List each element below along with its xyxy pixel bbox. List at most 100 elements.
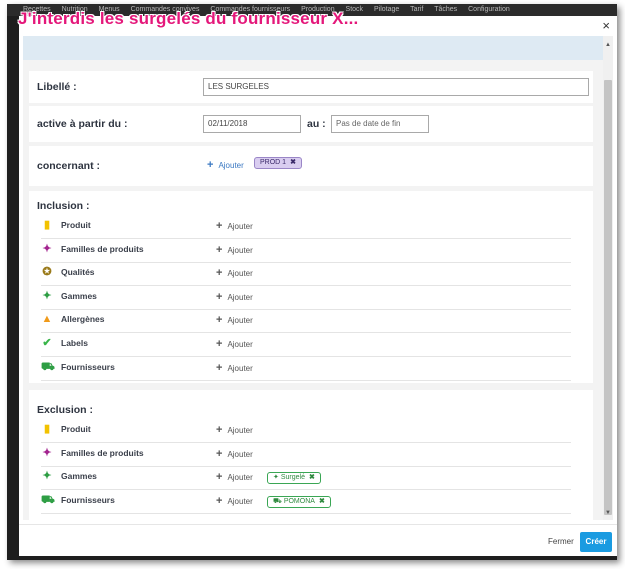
add-label: Ajouter bbox=[227, 245, 253, 255]
add-label: Ajouter bbox=[227, 269, 253, 279]
list-item: ⛟ Fournisseurs + Ajouter bbox=[41, 358, 571, 381]
scrollbar[interactable]: ▲ ▼ bbox=[603, 36, 613, 520]
add-label: Ajouter bbox=[218, 161, 244, 170]
add-label: Ajouter bbox=[227, 340, 253, 349]
add-label: Ajouter bbox=[227, 292, 253, 302]
ranges-icon: ✦ bbox=[42, 470, 52, 483]
nav-item[interactable]: Pilotage bbox=[374, 6, 399, 13]
families-icon: ✦ bbox=[42, 446, 52, 459]
ranges-icon: ✦ bbox=[42, 289, 52, 302]
scroll-down-icon[interactable]: ▼ bbox=[605, 510, 611, 516]
concernant-section: concernant : + Ajouter PROD 1 ✖ bbox=[29, 146, 593, 186]
row-label: Familles de produits bbox=[61, 243, 144, 254]
plus-icon: + bbox=[207, 159, 214, 171]
add-button[interactable]: + Ajouter bbox=[216, 267, 253, 279]
add-label: Ajouter bbox=[227, 496, 253, 506]
add-button[interactable]: + Ajouter bbox=[216, 495, 253, 507]
nav-item[interactable]: Tarif bbox=[410, 6, 423, 13]
add-label: Ajouter bbox=[227, 449, 253, 459]
row-label: Produit bbox=[61, 220, 91, 230]
active-from-label: active à partir du : bbox=[37, 118, 128, 130]
families-icon: ✦ bbox=[42, 242, 52, 255]
add-label: Ajouter bbox=[227, 473, 253, 483]
quality-icon: ✪ bbox=[42, 266, 52, 279]
supplier-icon: ⛟ bbox=[41, 493, 55, 506]
list-item: ⛟ Fournisseurs + Ajouter ⛟ POMONA ✖ bbox=[41, 491, 571, 514]
remove-tag-icon[interactable]: ✖ bbox=[319, 498, 325, 505]
add-button[interactable]: + Ajouter bbox=[216, 220, 253, 232]
concernant-tag: PROD 1 ✖ bbox=[254, 157, 302, 169]
row-label: Qualités bbox=[61, 267, 95, 278]
list-item: ✦ Gammes + Ajouter ✦ Surgelé ✖ bbox=[41, 467, 571, 491]
plus-icon: + bbox=[216, 471, 223, 484]
row-label: Labels bbox=[61, 338, 88, 348]
nav-item[interactable]: Configuration bbox=[468, 6, 510, 13]
tag-label: PROD 1 bbox=[260, 159, 287, 166]
libelle-section: Libellé : LES SURGELES bbox=[29, 71, 593, 103]
labels-icon: ✔ bbox=[42, 337, 52, 349]
annotation-title: J'interdis les surgelés du fournisseur X… bbox=[18, 9, 359, 28]
active-dates-section: active à partir du : 02/11/2018 au : Pas… bbox=[29, 106, 593, 142]
add-label: Ajouter bbox=[227, 222, 253, 231]
remove-tag-icon[interactable]: ✖ bbox=[290, 159, 296, 166]
exclusion-title: Exclusion : bbox=[37, 404, 94, 416]
tag-label: POMONA bbox=[283, 497, 315, 505]
remove-tag-icon[interactable]: ✖ bbox=[309, 474, 315, 481]
libelle-input[interactable]: LES SURGELES bbox=[203, 78, 589, 96]
row-label: Gammes bbox=[61, 471, 97, 482]
plus-icon: + bbox=[216, 314, 223, 327]
list-item: ▮ Produit + Ajouter bbox=[41, 216, 571, 239]
plus-icon: + bbox=[216, 424, 223, 436]
plus-icon: + bbox=[216, 220, 223, 232]
add-button[interactable]: + Ajouter bbox=[216, 314, 253, 326]
add-button[interactable]: + Ajouter bbox=[216, 362, 253, 374]
row-label: Produit bbox=[61, 424, 91, 434]
product-icon: ▮ bbox=[43, 423, 51, 435]
au-label: au : bbox=[307, 118, 326, 130]
add-button[interactable]: + Ajouter bbox=[216, 471, 253, 483]
add-button[interactable]: + Ajouter bbox=[216, 424, 253, 436]
plus-icon: + bbox=[216, 447, 223, 460]
nav-item[interactable]: Tâches bbox=[434, 6, 457, 13]
modal-footer: Fermer Créer bbox=[19, 524, 617, 556]
exclusion-section: Exclusion : ▮ Produit + Ajouter ✦ Familles de… bbox=[29, 390, 593, 520]
scroll-up-icon[interactable]: ▲ bbox=[605, 42, 611, 48]
start-date-input[interactable]: 02/11/2018 bbox=[203, 115, 301, 133]
add-button[interactable]: + Ajouter bbox=[216, 244, 253, 256]
row-label: Fournisseurs bbox=[61, 361, 115, 372]
plus-icon: + bbox=[216, 361, 223, 374]
add-button[interactable]: + Ajouter bbox=[216, 448, 253, 460]
libelle-label: Libellé : bbox=[37, 81, 77, 93]
list-item: ✪ Qualités + Ajouter bbox=[41, 263, 571, 287]
inclusion-section: Inclusion : ▮ Produit + Ajouter ✦ Familles de… bbox=[29, 191, 593, 383]
plus-icon: + bbox=[216, 267, 223, 280]
list-item: ✔ Labels + Ajouter bbox=[41, 334, 571, 357]
allergen-icon: ▲ bbox=[41, 313, 53, 326]
list-item: ▲ Allergènes + Ajouter bbox=[41, 310, 571, 334]
close-button[interactable]: Fermer bbox=[548, 537, 574, 546]
add-concernant-button[interactable]: + Ajouter bbox=[207, 159, 244, 171]
modal-body: Libellé : LES SURGELES active à partir d… bbox=[23, 36, 603, 520]
plus-icon: + bbox=[216, 338, 223, 350]
list-item: ✦ Gammes + Ajouter bbox=[41, 287, 571, 310]
add-button[interactable]: + Ajouter bbox=[216, 338, 253, 350]
rule-modal: × Libellé : LES SURGELES active à partir… bbox=[19, 16, 617, 556]
scrollbar-thumb[interactable] bbox=[604, 80, 612, 515]
plus-icon: + bbox=[216, 290, 223, 303]
plus-icon: + bbox=[216, 494, 223, 507]
end-date-input[interactable]: Pas de date de fin bbox=[331, 115, 429, 133]
add-button[interactable]: + Ajouter bbox=[216, 291, 253, 303]
product-icon: ▮ bbox=[43, 219, 51, 231]
row-label: Familles de produits bbox=[61, 447, 144, 458]
create-button[interactable]: Créer bbox=[580, 532, 612, 552]
list-item: ✦ Familles de produits + Ajouter bbox=[41, 240, 571, 263]
exclusion-tag: ✦ Surgelé ✖ bbox=[267, 472, 321, 485]
row-label: Gammes bbox=[61, 290, 97, 301]
add-label: Ajouter bbox=[227, 316, 253, 326]
row-label: Fournisseurs bbox=[61, 494, 115, 505]
close-icon[interactable]: × bbox=[602, 18, 610, 33]
app-window: Recettes Nutrition Menus Commandes convi… bbox=[7, 4, 617, 560]
supplier-icon: ⛟ bbox=[41, 360, 55, 373]
concernant-label: concernant : bbox=[37, 160, 101, 172]
plus-icon: + bbox=[216, 243, 223, 256]
